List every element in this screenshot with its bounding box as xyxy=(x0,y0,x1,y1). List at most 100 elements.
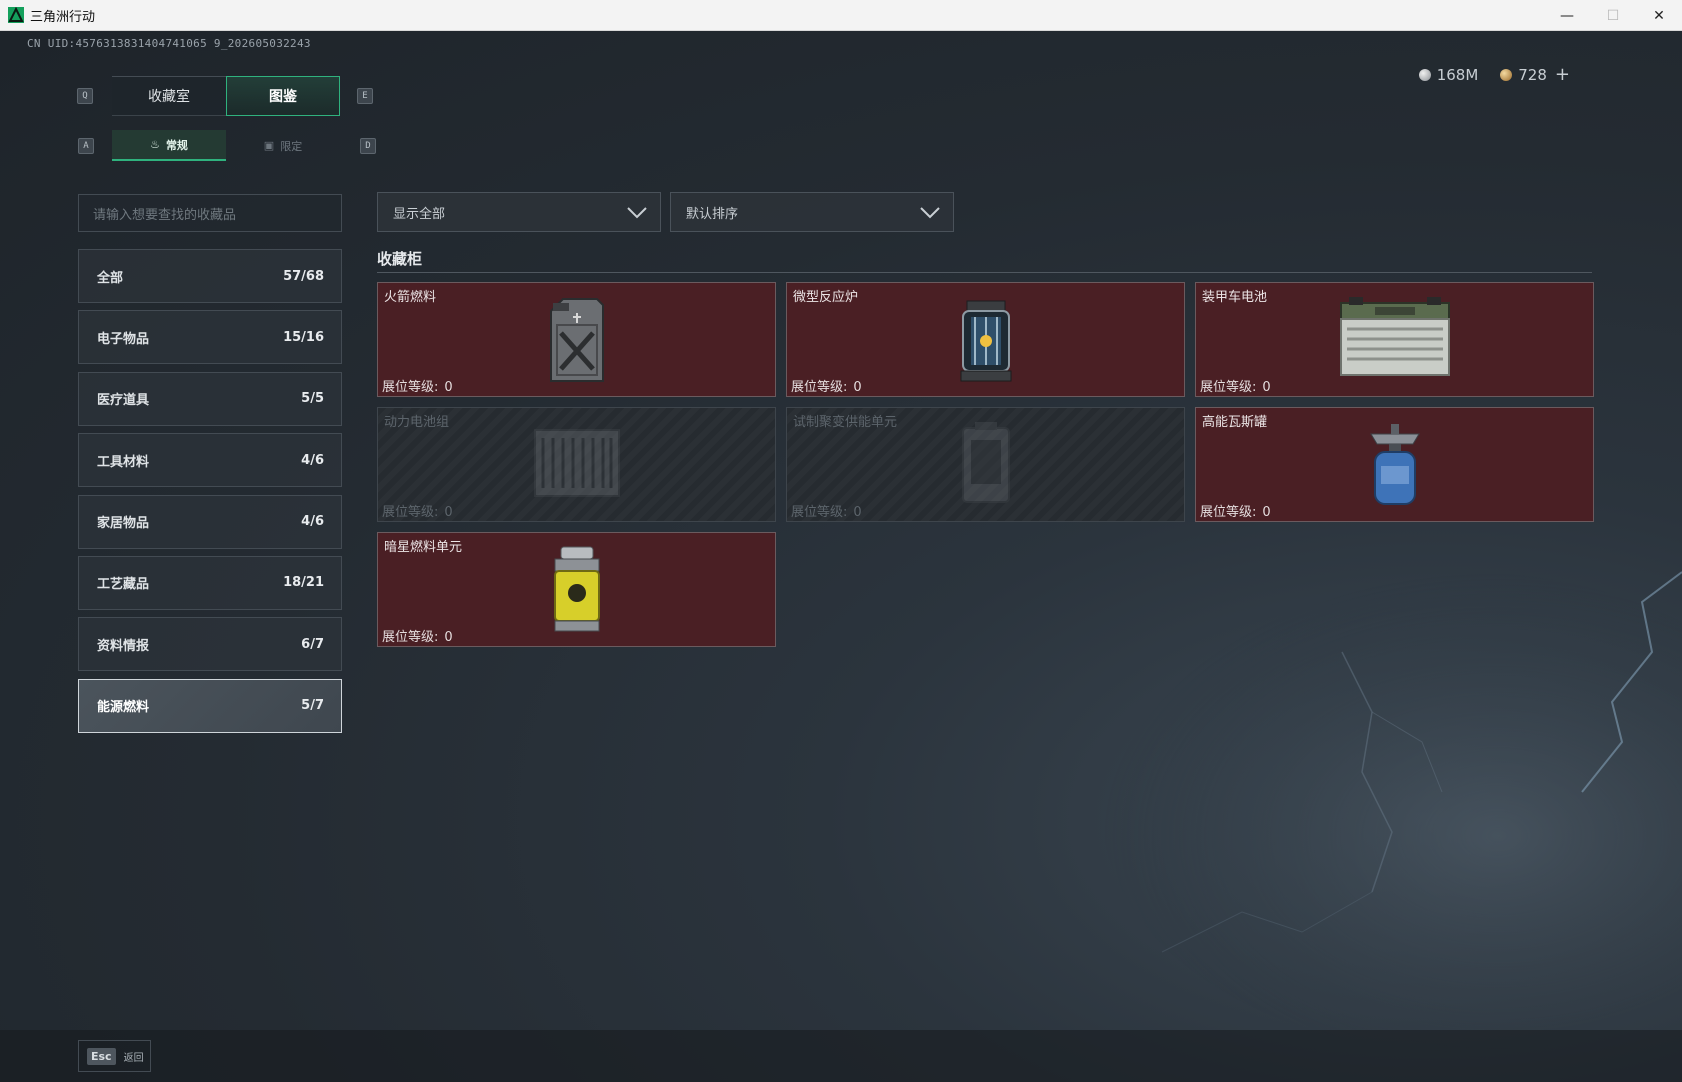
category-tools[interactable]: 工具材料 4/6 xyxy=(78,433,342,488)
gold-currency: 728 + xyxy=(1500,64,1570,85)
tab-catalog[interactable]: 图鉴 xyxy=(226,76,340,116)
level-label: 展位等级: xyxy=(1200,380,1257,395)
gas-canister-icon xyxy=(1369,424,1420,505)
section-title: 收藏柜 xyxy=(377,250,423,268)
bottom-bar: Esc 返回 xyxy=(0,1030,1682,1082)
maximize-button[interactable]: ☐ xyxy=(1590,0,1636,31)
item-name: 微型反应炉 xyxy=(793,290,859,305)
level-value: 0 xyxy=(853,380,862,395)
fuel-cell-icon xyxy=(553,546,600,632)
minimize-button[interactable]: — xyxy=(1544,0,1590,31)
level-value: 0 xyxy=(444,380,453,395)
silver-coin-icon xyxy=(1418,68,1431,81)
item-card-rocket-fuel[interactable]: 火箭燃料 展位等级: 0 xyxy=(377,282,776,397)
back-button[interactable]: Esc 返回 xyxy=(78,1040,151,1072)
item-level: 展位等级: 0 xyxy=(382,626,453,645)
item-name: 动力电池组 xyxy=(384,415,450,430)
category-label: 电子物品 xyxy=(97,331,150,347)
item-level: 展位等级: 0 xyxy=(791,501,862,520)
category-count: 5/5 xyxy=(301,391,324,407)
battery-icon xyxy=(1339,297,1450,376)
sort-dropdown[interactable]: 默认排序 xyxy=(670,192,954,232)
window-titlebar: 三角洲行动 — ☐ ✕ xyxy=(0,0,1682,31)
category-household[interactable]: 家居物品 4/6 xyxy=(78,494,342,549)
search-input[interactable]: 请输入想要查找的收藏品 xyxy=(78,194,342,232)
category-all[interactable]: 全部 57/68 xyxy=(78,249,342,303)
category-energy-fuel[interactable]: 能源燃料 5/7 xyxy=(78,678,342,733)
level-value: 0 xyxy=(444,505,453,520)
silver-currency: 168M xyxy=(1418,65,1479,84)
item-card-power-battery-pack[interactable]: 动力电池组 展位等级: 0 xyxy=(377,407,776,522)
category-count: 6/7 xyxy=(301,636,324,652)
gold-coin-icon xyxy=(1500,69,1513,81)
sub-tabs: ♨ 常规 ▣ 限定 xyxy=(112,130,340,161)
fuel-can-icon xyxy=(549,298,604,382)
section-divider xyxy=(377,272,1592,273)
category-count: 4/6 xyxy=(301,514,324,530)
gold-amount: 728 xyxy=(1518,66,1547,84)
item-card-micro-reactor[interactable]: 微型反应炉 展位等级: 0 xyxy=(786,282,1185,397)
prev-subtab-key-hint: A xyxy=(78,138,94,154)
user-uid-label: CN UID:4576313831404741065 9_20260503224… xyxy=(27,37,311,50)
next-tab-key-hint: E xyxy=(357,88,373,104)
chevron-down-icon xyxy=(920,207,940,219)
filter-dropdown-value: 显示全部 xyxy=(393,206,446,222)
category-electronics[interactable]: 电子物品 15/16 xyxy=(78,310,342,365)
storm-background-art xyxy=(1102,571,1682,1052)
level-label: 展位等级: xyxy=(382,380,439,395)
level-value: 0 xyxy=(1262,505,1271,520)
subtab-regular[interactable]: ♨ 常规 xyxy=(112,130,226,161)
chevron-down-icon xyxy=(627,207,647,219)
category-count: 5/7 xyxy=(301,698,324,714)
item-card-dark-star-fuel-cell[interactable]: 暗星燃料单元 展位等级: 0 xyxy=(377,532,776,647)
main-tabs: 收藏室 图鉴 xyxy=(112,76,340,116)
category-label: 资料情报 xyxy=(97,638,150,654)
currency-bar: 168M 728 + xyxy=(1418,64,1570,85)
subtab-regular-label: 常规 xyxy=(165,138,188,152)
item-card-gas-canister[interactable]: 高能瓦斯罐 展位等级: 0 xyxy=(1195,407,1594,522)
reactor-icon xyxy=(960,300,1011,382)
level-label: 展位等级: xyxy=(791,505,848,520)
esc-key-hint: Esc xyxy=(87,1047,116,1065)
item-card-fusion-unit[interactable]: 试制聚变供能单元 展位等级: 0 xyxy=(786,407,1185,522)
item-name: 高能瓦斯罐 xyxy=(1202,415,1268,430)
item-name: 火箭燃料 xyxy=(384,290,437,305)
category-crafts[interactable]: 工艺藏品 18/21 xyxy=(78,555,342,610)
tab-collection-room[interactable]: 收藏室 xyxy=(112,76,226,116)
item-name: 试制聚变供能单元 xyxy=(793,415,898,430)
window-title: 三角洲行动 xyxy=(30,9,96,25)
close-button[interactable]: ✕ xyxy=(1636,0,1682,31)
item-card-apc-battery[interactable]: 装甲车电池 展位等级: 0 xyxy=(1195,282,1594,397)
item-level: 展位等级: 0 xyxy=(1200,376,1271,395)
category-label: 家居物品 xyxy=(97,516,150,532)
item-name: 装甲车电池 xyxy=(1202,290,1268,305)
subtab-limited[interactable]: ▣ 限定 xyxy=(226,130,340,161)
silver-amount: 168M xyxy=(1436,65,1479,84)
level-value: 0 xyxy=(853,505,862,520)
level-label: 展位等级: xyxy=(382,505,439,520)
category-count: 18/21 xyxy=(283,575,324,591)
item-level: 展位等级: 0 xyxy=(791,376,862,395)
flame-icon: ♨ xyxy=(150,138,160,151)
category-count: 57/68 xyxy=(283,268,324,284)
back-label: 返回 xyxy=(123,1052,144,1064)
category-medical[interactable]: 医疗道具 5/5 xyxy=(78,371,342,426)
subtab-limited-label: 限定 xyxy=(280,139,303,153)
category-intel[interactable]: 资料情报 6/7 xyxy=(78,617,342,672)
level-value: 0 xyxy=(1262,380,1271,395)
fusion-unit-icon xyxy=(961,422,1010,503)
level-value: 0 xyxy=(444,630,453,645)
prev-tab-key-hint: Q xyxy=(77,88,93,104)
level-label: 展位等级: xyxy=(1200,505,1257,520)
add-currency-button[interactable]: + xyxy=(1555,64,1570,85)
category-label: 全部 xyxy=(97,270,124,286)
category-list: 全部 57/68 电子物品 15/16 医疗道具 5/5 工具材料 4/6 家居物品 4/… xyxy=(78,249,342,740)
filter-dropdown[interactable]: 显示全部 xyxy=(377,192,661,232)
item-level: 展位等级: 0 xyxy=(382,501,453,520)
category-label: 医疗道具 xyxy=(97,393,150,409)
sort-dropdown-value: 默认排序 xyxy=(686,206,739,222)
category-label: 工具材料 xyxy=(97,454,150,470)
app-logo-icon xyxy=(8,7,24,23)
item-name: 暗星燃料单元 xyxy=(384,540,463,555)
category-count: 15/16 xyxy=(283,329,324,345)
